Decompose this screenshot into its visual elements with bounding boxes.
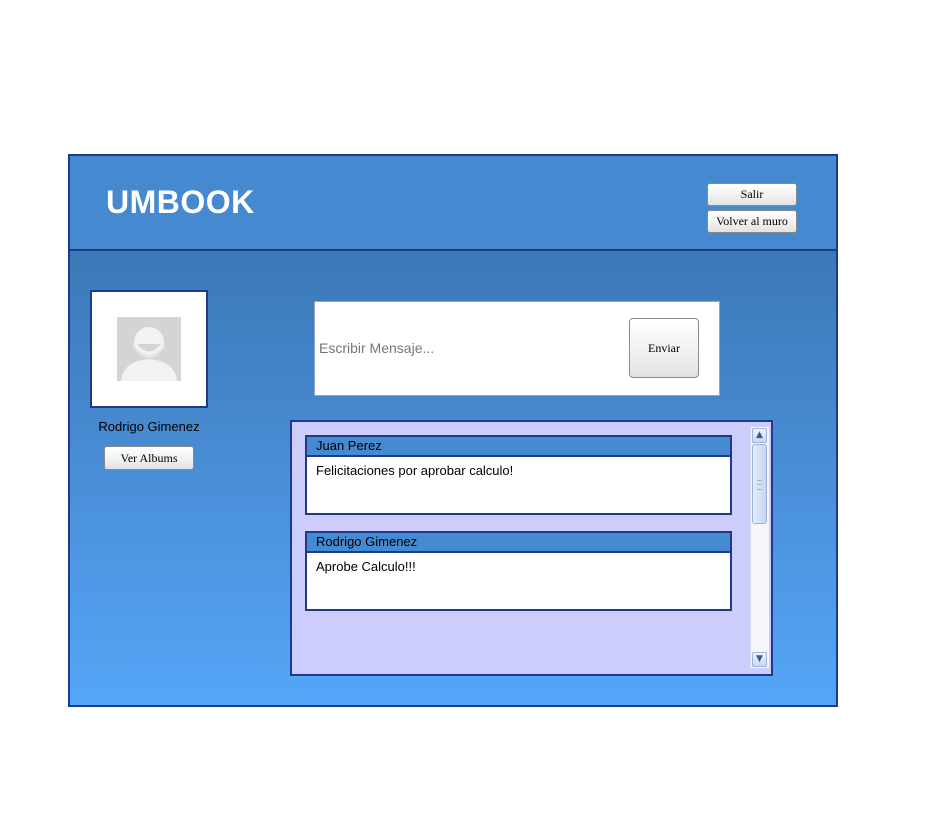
post-author: Juan Perez	[307, 437, 730, 457]
profile-name: Rodrigo Gimenez	[98, 419, 200, 434]
post-author: Rodrigo Gimenez	[307, 533, 730, 553]
header: UMBOOK Salir Volver al muro	[70, 156, 836, 251]
chevron-down-icon[interactable]: ▼	[752, 652, 767, 667]
wall-feed[interactable]: Juan Perez Felicitaciones por aprobar ca…	[290, 420, 773, 676]
app-logo: UMBOOK	[106, 184, 255, 220]
grip-icon	[757, 480, 762, 490]
message-input[interactable]	[319, 340, 619, 356]
feed-scrollbar[interactable]: ▲ ▼	[750, 427, 769, 668]
wall-post: Rodrigo Gimenez Aprobe Calculo!!!	[305, 531, 732, 611]
post-text: Felicitaciones por aprobar calculo!	[316, 463, 514, 478]
profile-picture-frame	[90, 290, 208, 408]
scrollbar-thumb[interactable]	[752, 444, 767, 524]
logout-button[interactable]: Salir	[707, 183, 797, 206]
view-albums-button[interactable]: Ver Albums	[104, 446, 194, 470]
message-composer: Enviar	[314, 301, 720, 396]
chevron-up-icon[interactable]: ▲	[752, 428, 767, 443]
app-window: UMBOOK Salir Volver al muro Rodrigo Gime…	[68, 154, 838, 707]
wall-post: Juan Perez Felicitaciones por aprobar ca…	[305, 435, 732, 515]
default-user-avatar-icon	[117, 317, 181, 381]
send-button[interactable]: Enviar	[629, 318, 699, 378]
post-text: Aprobe Calculo!!!	[316, 559, 416, 574]
back-to-wall-button[interactable]: Volver al muro	[707, 210, 797, 233]
